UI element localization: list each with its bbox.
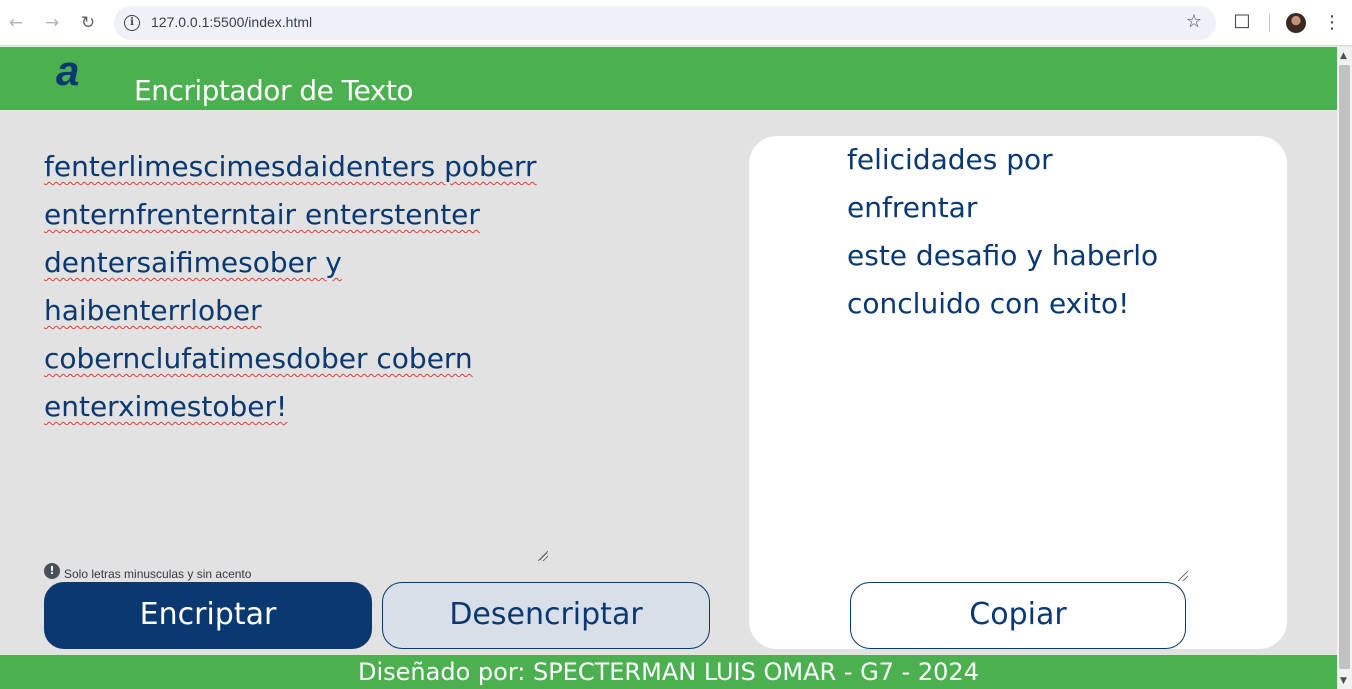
hint-text: Solo letras minusculas y sin acento bbox=[64, 567, 252, 581]
profile-avatar[interactable] bbox=[1286, 13, 1306, 33]
output-textarea[interactable]: felicidades por enfrentar este desafio y… bbox=[847, 136, 1187, 581]
page-scrollbar[interactable]: ▲ ▼ bbox=[1337, 47, 1352, 689]
url-text[interactable]: 127.0.0.1:5500/index.html bbox=[151, 14, 312, 30]
page-title: Encriptador de Texto bbox=[134, 74, 414, 107]
exclamation-info-icon: ! bbox=[44, 563, 60, 579]
browser-menu-icon[interactable]: ⋮ bbox=[1322, 11, 1342, 35]
input-text[interactable]: fenterlimescimesdaidenters poberr entern… bbox=[44, 143, 548, 431]
site-info-icon[interactable]: i bbox=[124, 15, 140, 31]
encrypt-button[interactable]: Encriptar bbox=[44, 582, 372, 649]
logo: a bbox=[56, 47, 80, 94]
decrypt-button[interactable]: Desencriptar bbox=[382, 582, 710, 649]
back-arrow-icon[interactable]: ← bbox=[4, 11, 28, 35]
page: a Encriptador de Texto fenterlimescimesd… bbox=[0, 47, 1337, 689]
scroll-down-icon[interactable]: ▼ bbox=[1340, 676, 1347, 686]
input-textarea[interactable]: fenterlimescimesdaidenters poberr entern… bbox=[44, 143, 548, 561]
extensions-puzzle-icon[interactable]: □ bbox=[1231, 10, 1253, 32]
forward-arrow-icon[interactable]: → bbox=[40, 11, 64, 35]
toolbar-divider bbox=[1269, 14, 1270, 32]
scrollbar-thumb[interactable] bbox=[1339, 65, 1350, 669]
input-resize-handle[interactable] bbox=[538, 551, 548, 561]
output-panel: felicidades por enfrentar este desafio y… bbox=[749, 136, 1287, 649]
scroll-up-icon[interactable]: ▲ bbox=[1340, 51, 1347, 61]
copy-button[interactable]: Copiar bbox=[850, 582, 1186, 649]
site-footer: Diseñado por: SPECTERMAN LUIS OMAR - G7 … bbox=[0, 655, 1337, 689]
reload-icon[interactable]: ↻ bbox=[76, 11, 100, 35]
bookmark-star-icon[interactable]: ☆ bbox=[1186, 11, 1202, 32]
input-hint: ! Solo letras minusculas y sin acento bbox=[44, 561, 251, 581]
browser-toolbar: ← → ↻ i 127.0.0.1:5500/index.html ☆ □ ⋮ bbox=[0, 0, 1352, 46]
address-bar[interactable]: i 127.0.0.1:5500/index.html ☆ bbox=[114, 6, 1216, 40]
output-resize-handle[interactable] bbox=[1178, 571, 1188, 581]
site-header: a Encriptador de Texto bbox=[0, 47, 1337, 110]
